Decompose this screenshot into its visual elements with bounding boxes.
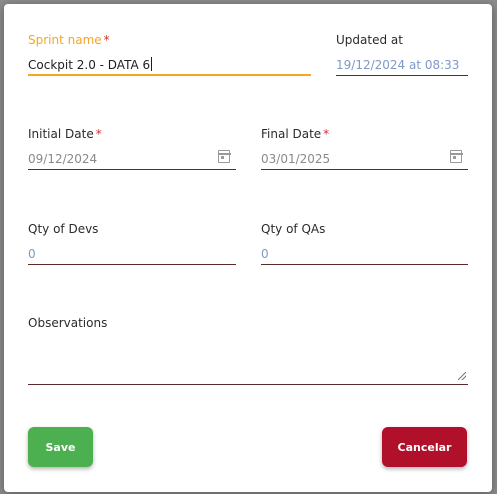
updated-at-label: Updated at (336, 33, 403, 47)
required-mark: * (323, 127, 330, 141)
qty-qas-value: 0 (261, 247, 269, 261)
required-mark: * (95, 127, 102, 141)
final-date-value: 03/01/2025 (261, 152, 331, 166)
sprint-name-input[interactable]: Cockpit 2.0 - DATA 6 (28, 54, 311, 76)
required-mark: * (103, 33, 110, 47)
updated-at-field: Updated at 19/12/2024 at 08:33 (336, 32, 468, 76)
qty-qas-input[interactable]: 0 (261, 243, 468, 265)
observations-label: Observations (28, 316, 108, 330)
initial-date-label: Initial Date * (28, 127, 102, 141)
final-date-field: Final Date * 03/01/2025 (261, 126, 468, 170)
qty-devs-value: 0 (28, 247, 36, 261)
edit-sprint-dialog: Sprint name * Cockpit 2.0 - DATA 6 Update… (4, 4, 492, 492)
qty-qas-label: Qty of QAs (261, 222, 326, 236)
resize-handle-icon[interactable] (458, 372, 466, 380)
updated-at-input: 19/12/2024 at 08:33 (336, 54, 468, 76)
text-cursor (151, 57, 153, 71)
qty-devs-field: Qty of Devs 0 (28, 221, 236, 265)
calendar-icon[interactable] (217, 150, 231, 163)
qty-qas-field: Qty of QAs 0 (261, 221, 468, 265)
updated-at-value: 19/12/2024 at 08:33 (336, 58, 460, 72)
final-date-input[interactable]: 03/01/2025 (261, 148, 468, 170)
qty-devs-label: Qty of Devs (28, 222, 99, 236)
final-date-label: Final Date * (261, 127, 330, 141)
sprint-name-field: Sprint name * Cockpit 2.0 - DATA 6 (28, 32, 311, 76)
observations-textarea[interactable] (28, 341, 468, 385)
cancel-button[interactable]: Cancelar (382, 427, 467, 467)
initial-date-value: 09/12/2024 (28, 152, 98, 166)
sprint-name-label: Sprint name * (28, 33, 110, 47)
save-button[interactable]: Save (28, 427, 93, 467)
qty-devs-input[interactable]: 0 (28, 243, 236, 265)
initial-date-field: Initial Date * 09/12/2024 (28, 126, 236, 170)
initial-date-input[interactable]: 09/12/2024 (28, 148, 236, 170)
calendar-icon[interactable] (449, 150, 463, 163)
observations-field: Observations (28, 315, 468, 385)
sprint-name-value: Cockpit 2.0 - DATA 6 (28, 58, 151, 72)
